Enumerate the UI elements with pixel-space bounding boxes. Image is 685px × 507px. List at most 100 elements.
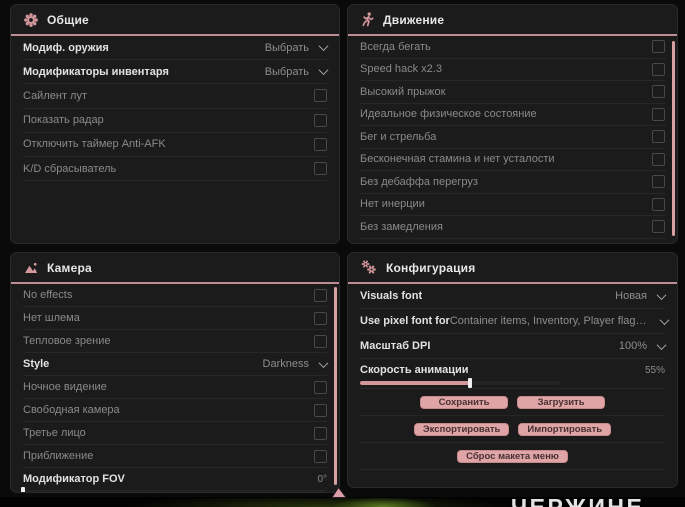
setting-row[interactable]: Visuals font Новая <box>360 284 667 309</box>
setting-label: Идеальное физическое состояние <box>360 108 537 121</box>
setting-row[interactable]: Высокий прыжок <box>360 81 665 104</box>
scrollbar[interactable] <box>672 41 675 236</box>
checkbox[interactable] <box>314 137 327 151</box>
checkbox[interactable] <box>314 113 327 127</box>
slider-thumb[interactable] <box>468 378 472 388</box>
setting-label: Модификатор FOV <box>23 473 125 485</box>
setting-row[interactable]: Приближение <box>23 445 327 468</box>
cursor-icon <box>330 486 348 504</box>
setting-row[interactable]: Модификаторы инвентаря Выбрать <box>23 60 329 85</box>
save-button[interactable]: Сохранить <box>420 395 508 409</box>
setting-label: Скорость анимации <box>360 364 469 376</box>
setting-label: Свободная камера <box>23 404 120 416</box>
setting-label: Бег и стрельба <box>360 130 437 143</box>
setting-label: Ночное видение <box>23 381 107 393</box>
slider-thumb[interactable] <box>21 487 25 492</box>
setting-label: Style <box>23 358 50 370</box>
scrollbar[interactable] <box>334 287 337 485</box>
setting-label: Показать радар <box>23 114 104 127</box>
checkbox[interactable] <box>652 197 665 211</box>
dpi-scale-dropdown[interactable]: 100% <box>619 339 667 352</box>
setting-row[interactable]: Масштаб DPI 100% <box>360 334 667 359</box>
setting-row[interactable]: Всегда бегать <box>360 36 665 59</box>
weapon-mod-dropdown[interactable]: Выбрать <box>264 41 329 54</box>
panel-camera-title: Камера <box>47 260 92 275</box>
dropdown-value: Container items, Inventory, Player flags… <box>449 315 650 327</box>
checkbox[interactable] <box>314 162 327 176</box>
checkbox[interactable] <box>652 220 665 234</box>
setting-row[interactable]: Тепловое зрение <box>23 330 327 353</box>
setting-label: Тепловое зрение <box>23 335 111 347</box>
fov-slider[interactable] <box>21 487 326 492</box>
setting-label: Сайлент лут <box>23 89 87 102</box>
gears-icon <box>361 260 377 275</box>
dropdown-value: Новая <box>615 290 647 302</box>
setting-row[interactable]: Use pixel font for Container items, Inve… <box>360 309 670 334</box>
import-button[interactable]: Импортировать <box>518 422 612 436</box>
checkbox[interactable] <box>652 62 665 76</box>
setting-label: No effects <box>23 289 73 301</box>
checkbox[interactable] <box>314 311 327 325</box>
checkbox[interactable] <box>314 403 327 417</box>
button-row: Экспортировать Импортировать <box>360 416 665 443</box>
setting-row[interactable]: K/D сбрасыватель <box>23 157 327 182</box>
setting-label: Отключить таймер Anti-AFK <box>23 138 166 151</box>
panel-config: Конфигурация Visuals font Новая Use pixe… <box>347 252 678 488</box>
checkbox[interactable] <box>652 152 665 166</box>
setting-row[interactable]: Показать радар <box>23 109 327 133</box>
setting-label: Без дебаффа перегруз <box>360 175 478 188</box>
style-dropdown[interactable]: Darkness <box>263 357 329 370</box>
export-button[interactable]: Экспортировать <box>413 422 510 436</box>
setting-row[interactable]: Нет шлема <box>23 307 327 330</box>
panel-general-title: Общие <box>47 12 89 27</box>
setting-row[interactable]: Без замедления <box>360 216 665 239</box>
setting-row[interactable]: No effects <box>23 284 327 307</box>
setting-row[interactable]: Сайлент лут <box>23 84 327 109</box>
setting-row[interactable]: Без дебаффа перегруз <box>360 171 665 194</box>
panel-config-title: Конфигурация <box>386 260 476 275</box>
setting-row[interactable]: Третье лицо <box>23 422 327 445</box>
setting-label: Speed hack x2.3 <box>360 63 442 76</box>
checkbox[interactable] <box>652 107 665 121</box>
setting-label: Модиф. оружия <box>23 41 109 54</box>
button-row: Сброс макета меню <box>360 443 665 470</box>
runner-icon <box>361 12 374 27</box>
animation-speed-row: Скорость анимации 55% <box>360 359 665 389</box>
checkbox[interactable] <box>314 426 327 440</box>
setting-row[interactable]: Отключить таймер Anti-AFK <box>23 133 327 157</box>
checkbox[interactable] <box>314 334 327 348</box>
chevron-down-icon <box>318 357 329 368</box>
checkbox[interactable] <box>314 89 327 103</box>
setting-row[interactable]: Бесконечная стамина и нет усталости <box>360 149 665 171</box>
load-button[interactable]: Загрузить <box>517 395 605 409</box>
chevron-down-icon <box>659 314 670 325</box>
setting-row[interactable]: Speed hack x2.3 <box>360 59 665 81</box>
setting-row[interactable]: Модиф. оружия Выбрать <box>23 36 329 61</box>
checkbox[interactable] <box>314 380 327 394</box>
visuals-font-dropdown[interactable]: Новая <box>615 289 667 302</box>
setting-label: Масштаб DPI <box>360 340 431 352</box>
setting-row[interactable]: Свободная камера <box>23 399 327 422</box>
checkbox[interactable] <box>314 449 327 463</box>
reset-menu-layout-button[interactable]: Сброс макета меню <box>457 449 568 463</box>
setting-label: Высокий прыжок <box>360 85 446 98</box>
checkbox[interactable] <box>314 288 327 302</box>
checkbox[interactable] <box>652 175 665 189</box>
button-row: Сохранить Загрузить <box>360 389 665 416</box>
checkbox[interactable] <box>652 130 665 144</box>
setting-label: Бесконечная стамина и нет усталости <box>360 153 555 166</box>
checkbox[interactable] <box>652 85 665 99</box>
setting-row[interactable]: Бег и стрельба <box>360 126 665 149</box>
inventory-mod-dropdown[interactable]: Выбрать <box>265 65 329 78</box>
setting-row[interactable]: Идеальное физическое состояние <box>360 104 665 126</box>
dropdown-value: Выбрать <box>264 41 309 54</box>
setting-row[interactable]: Style Darkness <box>23 353 329 376</box>
panel-movement-header: Движение <box>348 5 677 36</box>
setting-label: Без замедления <box>360 220 443 233</box>
setting-row[interactable]: Ночное видение <box>23 376 327 399</box>
checkbox[interactable] <box>652 40 665 54</box>
setting-label: Всегда бегать <box>360 40 431 53</box>
pixel-font-dropdown[interactable]: Container items, Inventory, Player flags… <box>449 314 670 327</box>
setting-row[interactable]: Нет инерции <box>360 194 665 216</box>
animation-speed-slider[interactable] <box>360 378 560 388</box>
